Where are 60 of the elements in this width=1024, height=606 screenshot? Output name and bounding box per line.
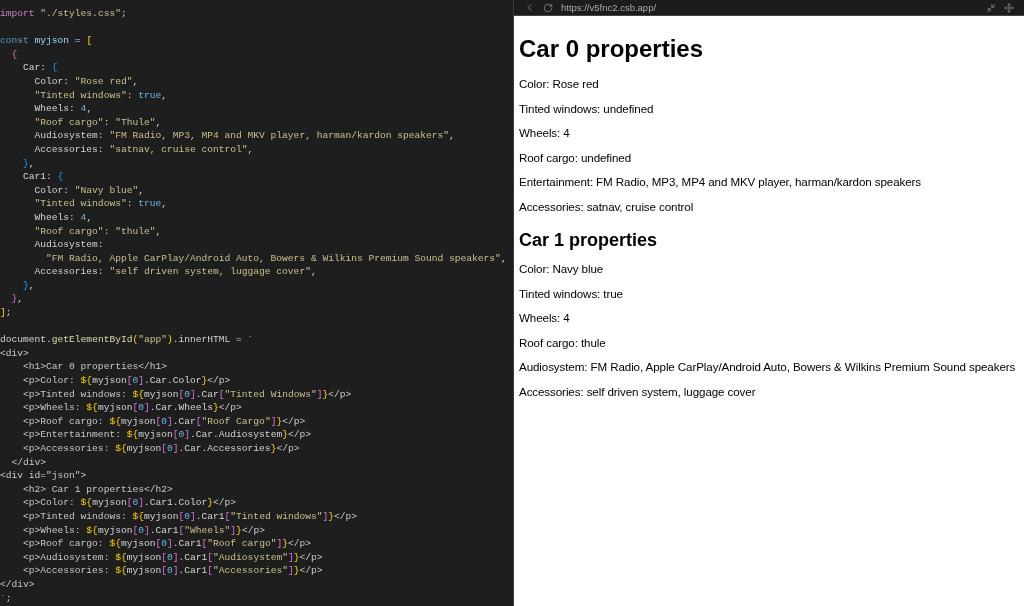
code-line: Wheels: 4, — [33, 210, 93, 225]
property-text: Roof cargo: thule — [519, 334, 606, 350]
code-line: <p>Color: ${myjson[0].Car.Color}</p> — [22, 374, 231, 388]
code-line: <h2> Car 1 properties</h2> — [22, 482, 173, 497]
code-line: }, — [22, 156, 35, 171]
property-text: Color: Navy blue — [519, 261, 604, 276]
code-line: "Tinted windows": true, — [33, 197, 167, 211]
code-line: <p>Accessories: ${myjson[0].Car.Accessories}</p> — [22, 442, 300, 456]
property-text: Wheels: 4 — [519, 125, 570, 140]
code-line: "FM Radio, Apple CarPlay/Android Auto, Bowers & Wilkins Premium Sound speakers", — [45, 251, 507, 266]
code-line: <p>Wheels: ${myjson[0].Car1["Wheels"]}</p> — [22, 523, 265, 538]
code-line: Wheels: 4, — [33, 102, 93, 116]
code-line: }, — [22, 278, 35, 293]
code-line: Audiosystem: — [33, 238, 104, 252]
code-line: Color: "Navy blue", — [33, 183, 144, 198]
code-line: }, — [10, 292, 24, 307]
code-line: <p>Tinted windows: ${myjson[0].Car1["Tinted windows"]}</p> — [22, 509, 358, 524]
code-line: <div id="json"> — [0, 469, 87, 483]
code-line: <p>Color: ${myjson[0].Car1.Color}</p> — [22, 496, 237, 510]
code-line: ]; — [0, 306, 12, 320]
property-text: Entertainment: FM Radio, MP3, MP4 and MKV player, harman/kardon speakers — [519, 174, 921, 189]
reload-icon[interactable] — [543, 2, 553, 13]
move-icon[interactable] — [1004, 2, 1014, 13]
property-text: Accessories: satnav, cruise control — [519, 198, 694, 214]
code-line: <p>Wheels: ${myjson[0].Car.Wheels}</p> — [22, 401, 242, 415]
code-line: { — [10, 47, 18, 62]
code-line: "Roof cargo": "thule", — [33, 224, 162, 239]
code-line: <p>Roof cargo: ${myjson[0].Car["Roof Cargo"]}</p> — [22, 414, 306, 429]
code-line: `; — [0, 591, 12, 606]
property-text: Accessories: self driven system, luggage cover — [519, 383, 756, 399]
code-line: Color: "Rose red", — [33, 74, 139, 89]
code-line: </div> — [0, 577, 35, 592]
collapse-icon[interactable] — [986, 2, 996, 13]
code-line: <div> — [0, 346, 29, 361]
property-text: Color: Rose red — [519, 76, 599, 91]
code-line: Accessories: "self driven system, luggage cover", — [33, 265, 317, 279]
code-line: <p>Tinted windows: ${myjson[0].Car["Tinted Windows"]}</p> — [22, 387, 352, 402]
code-line: <p>Entertainment: ${myjson[0].Car.Audiosystem}</p> — [22, 428, 311, 442]
property-text: Audiosystem: FM Radio, Apple CarPlay/Android Auto, Bowers & Wilkins Premium Sound speakers — [519, 359, 1016, 374]
code-line: Audiosystem: "FM Radio, MP3, MP4 and MKV player, harman/kardon speakers", — [33, 129, 455, 143]
code-line: <p>Roof cargo: ${myjson[0].Car1["Roof cargo"]}</p> — [22, 537, 311, 551]
code-line: Accessories: "satnav, cruise control", — [33, 142, 254, 157]
address-text[interactable]: https://v5fnc2.csb.app/ — [561, 1, 657, 14]
code-line: import "./styles.css"; — [0, 7, 127, 21]
code-line: <p>Accessories: ${myjson[0].Car1["Accessories"]}</p> — [22, 564, 323, 578]
code-line: Car: { — [22, 61, 58, 75]
code-line: Car1: { — [22, 170, 64, 184]
code-line: const myjson = [ — [0, 34, 93, 48]
code-line: <p>Audiosystem: ${myjson[0].Car1["Audiosystem"]}</p> — [22, 550, 323, 565]
section-heading: Car 1 properties — [519, 229, 658, 251]
code-line: <h1>Car 0 properties</h1> — [22, 360, 167, 375]
code-line: "Tinted windows": true, — [33, 88, 167, 103]
code-line: </div> — [10, 455, 47, 470]
property-text: Tinted windows: true — [519, 285, 623, 301]
code-line: "Roof cargo": "Thule", — [33, 115, 162, 130]
page-heading: Car 0 properties — [519, 34, 704, 64]
property-text: Wheels: 4 — [519, 310, 570, 325]
property-text: Roof cargo: undefined — [519, 149, 631, 165]
property-text: Tinted windows: undefined — [519, 100, 654, 116]
code-line: document.getElementById("app").innerHTML = ` — [0, 333, 254, 347]
